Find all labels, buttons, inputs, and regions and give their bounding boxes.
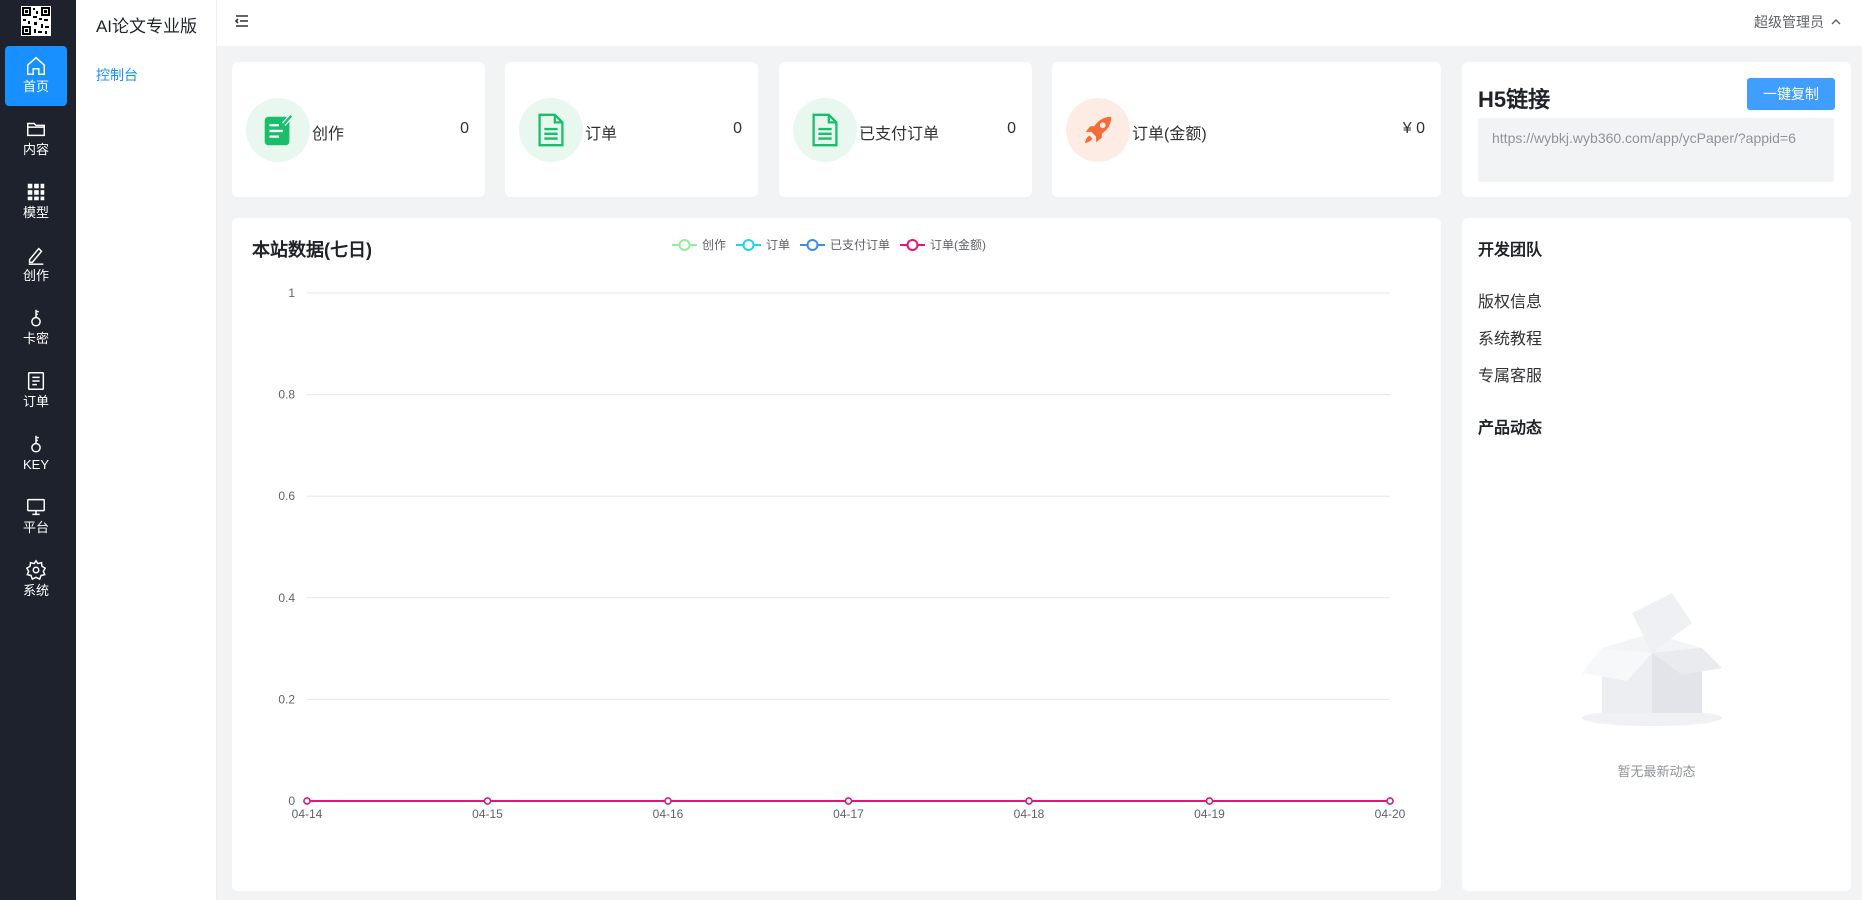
h5-link-card: H5链接 一键复制 https://wybkj.wyb360.com/app/y… [1462, 62, 1851, 197]
h5-url-field[interactable]: https://wybkj.wyb360.com/app/ycPaper/?ap… [1478, 118, 1834, 182]
x-tick-label: 04-17 [833, 807, 864, 821]
secondary-sidebar: AI论文专业版 控制台 [76, 0, 217, 900]
rail-item-label: 卡密 [22, 331, 49, 346]
rail-item-platform[interactable]: 平台 [5, 487, 67, 547]
x-tick-label: 04-15 [472, 807, 503, 821]
data-point [1025, 797, 1033, 805]
grid-icon [25, 181, 47, 203]
qr-code-logo [21, 6, 51, 36]
rail-item-orders[interactable]: 订单 [5, 361, 67, 421]
rail-item-card-key[interactable]: 卡密 [5, 298, 67, 358]
stat-value: 0 [733, 120, 742, 137]
copy-link-button[interactable]: 一键复制 [1747, 78, 1835, 110]
link-tutorial[interactable]: 系统教程 [1478, 325, 1542, 349]
stat-icon-circle [793, 98, 857, 162]
stat-icon-circle [246, 98, 310, 162]
rail-item-label: 首页 [22, 79, 49, 94]
y-tick-label: 0.2 [278, 692, 295, 706]
rail-item-model[interactable]: 模型 [5, 172, 67, 232]
list-icon [25, 370, 47, 392]
y-tick-label: 0.6 [278, 489, 295, 503]
line-chart: 0 0.2 0.4 0.6 0.8 1 04-14 04-15 04-16 04-17 04-18 0… [278, 286, 1406, 821]
stat-card-create: 创作 0 [232, 62, 485, 197]
y-tick-label: 1 [288, 286, 295, 300]
app-title: AI论文专业版 [95, 17, 198, 36]
h5-title: H5链接 [1478, 87, 1551, 112]
stat-value: 0 [1007, 120, 1016, 137]
menu-collapse-icon[interactable] [233, 12, 251, 30]
subnav-item-dashboard[interactable]: 控制台 [96, 65, 138, 85]
stat-card-orders: 订单 0 [505, 62, 758, 197]
doc-icon [812, 113, 838, 147]
data-point [844, 797, 853, 805]
empty-box-illustration [1582, 593, 1722, 726]
rocket-icon [1084, 116, 1112, 144]
rail-item-label: 系统 [22, 583, 49, 598]
stat-label: 订单 [585, 126, 618, 143]
stat-value: 0 [460, 120, 469, 137]
rail-item-label: KEY [22, 457, 49, 472]
home-icon [25, 55, 47, 77]
key-icon [25, 307, 47, 329]
rail-item-label: 内容 [22, 142, 49, 157]
chart-card: 本站数据(七日) 创作 订单 已支付订单 订单(金额) 0 0.2 0.4 0.6 0.… [232, 218, 1441, 891]
gear-icon [25, 559, 47, 581]
data-point [303, 797, 311, 805]
stat-card-paid-orders: 已支付订单 0 [779, 62, 1032, 197]
data-point [1386, 797, 1394, 805]
rail-item-label: 平台 [22, 520, 49, 535]
rail-item-content[interactable]: 内容 [5, 109, 67, 169]
rail-item-label: 模型 [22, 205, 49, 220]
chevron-up-icon [1831, 19, 1841, 25]
edit-doc-icon [264, 114, 294, 146]
rail-item-home[interactable]: 首页 [5, 46, 67, 106]
link-support[interactable]: 专属客服 [1478, 362, 1542, 386]
stat-icon-circle [1066, 98, 1130, 162]
data-point [483, 797, 492, 805]
stat-label: 创作 [312, 126, 345, 143]
x-tick-label: 04-18 [1014, 807, 1045, 821]
x-tick-label: 04-19 [1194, 807, 1225, 821]
team-panel: 开发团队 版权信息 系统教程 专属客服 产品动态 暂无最新动态 [1462, 218, 1851, 891]
x-tick-label: 04-16 [653, 807, 684, 821]
key-icon [25, 433, 47, 455]
pen-icon [25, 244, 47, 266]
stat-label: 已支付订单 [859, 126, 940, 143]
link-copyright[interactable]: 版权信息 [1478, 288, 1542, 312]
monitor-icon [25, 496, 47, 518]
user-name: 超级管理员 [1754, 14, 1824, 30]
user-menu[interactable]: 超级管理员 [1754, 12, 1842, 32]
rail-item-system[interactable]: 系统 [5, 550, 67, 610]
y-tick-label: 0.8 [278, 388, 295, 402]
stat-icon-circle [519, 98, 583, 162]
rail-item-label: 订单 [22, 394, 49, 409]
stat-value: ¥ 0 [1402, 120, 1425, 137]
y-tick-label: 0.4 [278, 591, 295, 605]
doc-icon [538, 113, 564, 147]
y-tick-label: 0 [288, 794, 295, 808]
top-bar: 超级管理员 [217, 0, 1862, 46]
x-tick-label: 04-20 [1375, 807, 1406, 821]
icon-rail: 首页 内容 模型 创作 卡密 订单 KEY 平台 系统 [0, 0, 76, 900]
empty-text: 暂无最新动态 [1617, 764, 1696, 779]
rail-item-label: 创作 [22, 268, 49, 283]
x-tick-label: 04-14 [292, 807, 323, 821]
rail-item-create[interactable]: 创作 [5, 235, 67, 295]
news-title: 产品动态 [1478, 420, 1543, 437]
data-point [1205, 797, 1214, 805]
rail-item-key[interactable]: KEY [5, 424, 67, 484]
data-point [664, 797, 672, 805]
stat-card-order-amount: 订单(金额) ¥ 0 [1052, 62, 1441, 197]
folder-icon [25, 118, 47, 140]
team-title: 开发团队 [1478, 242, 1543, 259]
stat-label: 订单(金额) [1132, 126, 1207, 143]
